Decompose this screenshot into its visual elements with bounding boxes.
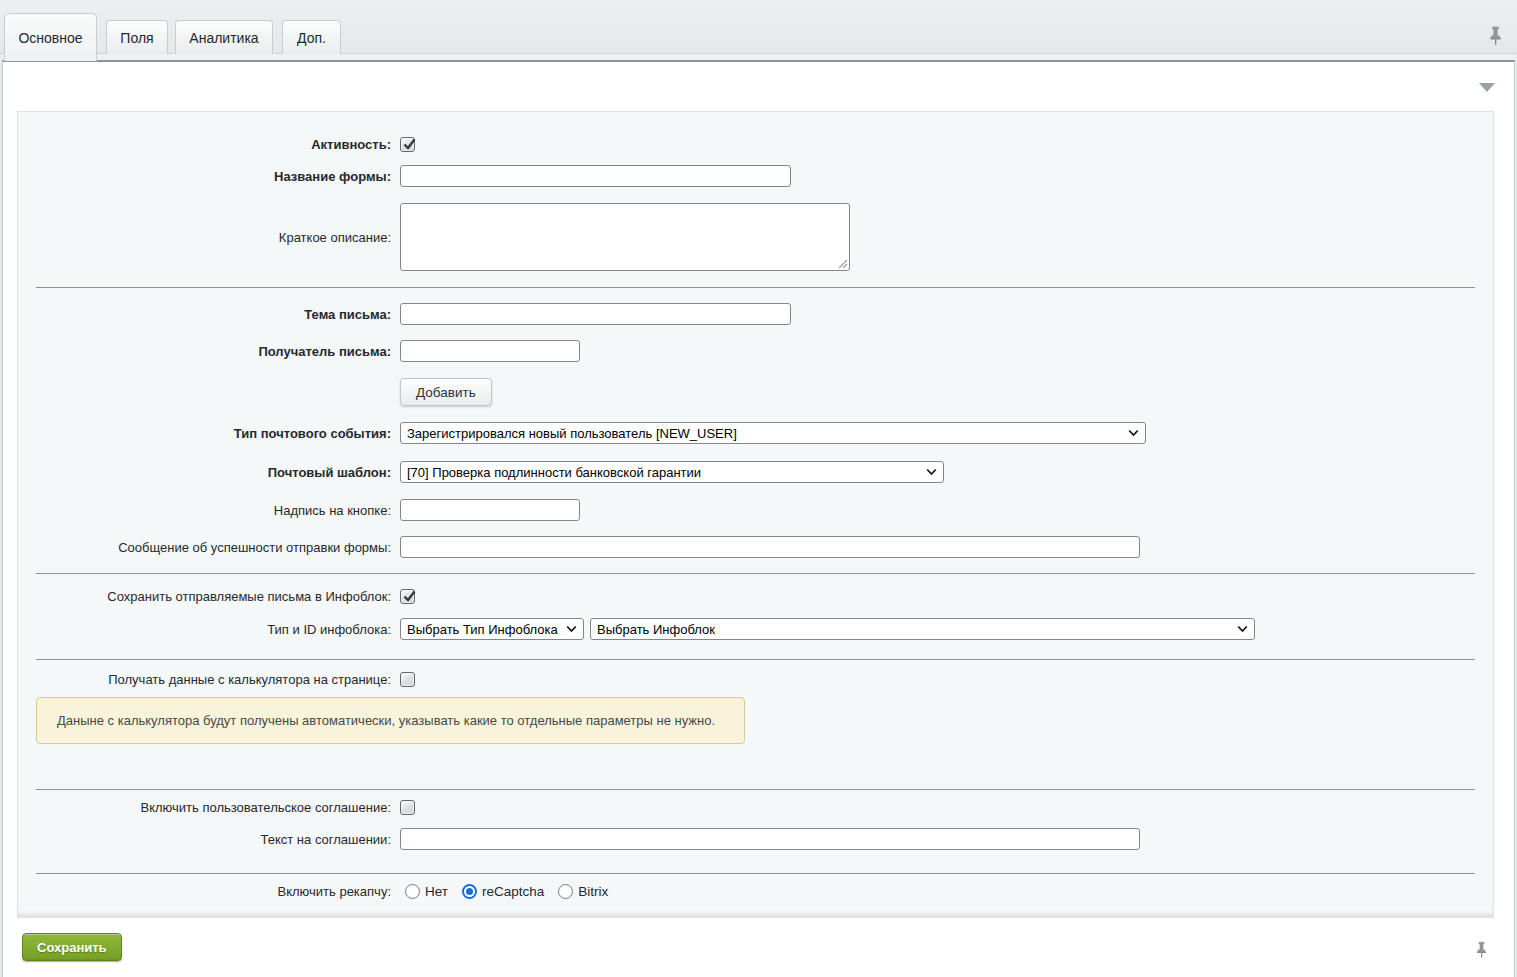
button-caption-label: Надпись на кнопке: xyxy=(18,503,400,518)
calc-data-label: Получать данные с калькулятора на страни… xyxy=(18,672,400,687)
mail-recipient-label: Получатель письма: xyxy=(18,344,400,359)
row-success-message: Сообщение об успешности отправки формы: xyxy=(18,536,1493,558)
row-activity: Активность: xyxy=(18,137,1493,152)
row-mail-subject: Тема письма: xyxy=(18,303,1493,325)
agreement-text-input[interactable] xyxy=(400,828,1140,850)
short-desc-label: Краткое описание: xyxy=(18,230,400,245)
iblock-type-select[interactable]: Выбрать Тип Инфоблока xyxy=(400,618,584,640)
row-form-name: Название формы: xyxy=(18,165,1493,187)
success-message-input[interactable] xyxy=(400,536,1140,558)
agreement-text-label: Текст на соглашении: xyxy=(18,832,400,847)
activity-checkbox[interactable] xyxy=(400,137,415,152)
button-caption-input[interactable] xyxy=(400,499,580,521)
section-divider xyxy=(36,789,1475,790)
user-agreement-label: Включить пользовательское соглашение: xyxy=(18,800,400,815)
recaptcha-radio-bitrix[interactable] xyxy=(558,884,573,899)
recaptcha-radio-bitrix-label: Bitrix xyxy=(578,884,608,899)
tab-extra-label: Доп. xyxy=(297,30,326,46)
activity-label: Активность: xyxy=(18,137,400,152)
row-add-button: Добавить xyxy=(18,378,1493,406)
iblock-type-id-label: Тип и ID инфоблока: xyxy=(18,622,400,637)
row-iblock-type-id: Тип и ID инфоблока: Выбрать Тип Инфоблок… xyxy=(18,618,1493,640)
row-mail-recipient: Получатель письма: xyxy=(18,340,1493,362)
section-divider xyxy=(36,873,1475,874)
save-button[interactable]: Сохранить xyxy=(22,933,122,961)
mail-template-label: Почтовый шаблон: xyxy=(18,465,400,480)
section-head xyxy=(3,62,1514,111)
footer-bar: Сохранить xyxy=(3,918,1514,961)
content-box: Активность: Название формы: Краткое опис… xyxy=(2,60,1515,977)
form-name-input[interactable] xyxy=(400,165,791,187)
row-mail-event-type: Тип почтового события: Зарегистрировался… xyxy=(18,422,1493,444)
tab-analytics[interactable]: Аналитика xyxy=(175,20,273,54)
row-recaptcha: Включить рекапчу: Нет reCaptcha Bitrix xyxy=(18,884,1493,899)
section-divider xyxy=(36,659,1475,660)
recaptcha-radio-recaptcha-label: reCaptcha xyxy=(482,884,544,899)
add-button[interactable]: Добавить xyxy=(400,378,492,406)
mail-recipient-input[interactable] xyxy=(400,340,580,362)
row-short-desc: Краткое описание: xyxy=(18,203,1493,271)
save-to-iblock-label: Сохранить отправляемые письма в Инфоблок… xyxy=(18,589,400,604)
form-panel: Активность: Название формы: Краткое опис… xyxy=(17,111,1494,918)
form-name-label: Название формы: xyxy=(18,169,400,184)
tab-bar: Основное Поля Аналитика Доп. xyxy=(0,0,1517,54)
recaptcha-radio-recaptcha[interactable] xyxy=(462,884,477,899)
tab-fields-label: Поля xyxy=(120,30,153,46)
tab-fields[interactable]: Поля xyxy=(106,20,168,54)
iblock-select[interactable]: Выбрать Инфоблок xyxy=(590,618,1255,640)
mail-subject-label: Тема письма: xyxy=(18,307,400,322)
user-agreement-checkbox[interactable] xyxy=(400,800,415,815)
row-save-to-iblock: Сохранить отправляемые письма в Инфоблок… xyxy=(18,589,1493,604)
row-agreement-text: Текст на соглашении: xyxy=(18,828,1493,850)
row-button-caption: Надпись на кнопке: xyxy=(18,499,1493,521)
mail-event-type-label: Тип почтового события: xyxy=(18,426,400,441)
recaptcha-radio-no[interactable] xyxy=(405,884,420,899)
tab-main-label: Основное xyxy=(18,30,82,46)
mail-event-type-select[interactable]: Зарегистрировался новый пользователь [NE… xyxy=(400,422,1146,444)
success-message-label: Сообщение об успешности отправки формы: xyxy=(18,540,400,555)
pin-icon[interactable] xyxy=(1488,26,1503,48)
tab-main[interactable]: Основное xyxy=(4,13,97,61)
row-calc-data: Получать данные с калькулятора на страни… xyxy=(18,672,1493,687)
mail-subject-input[interactable] xyxy=(400,303,791,325)
recaptcha-radio-no-label: Нет xyxy=(425,884,448,899)
pin-icon[interactable] xyxy=(1475,940,1488,962)
collapse-arrow-icon[interactable] xyxy=(1479,83,1495,92)
section-divider xyxy=(36,287,1475,288)
recaptcha-label: Включить рекапчу: xyxy=(18,884,400,899)
row-user-agreement: Включить пользовательское соглашение: xyxy=(18,800,1493,815)
tab-analytics-label: Аналитика xyxy=(189,30,258,46)
save-to-iblock-checkbox[interactable] xyxy=(400,589,415,604)
calc-data-checkbox[interactable] xyxy=(400,672,415,687)
row-mail-template: Почтовый шаблон: [70] Проверка подлиннос… xyxy=(18,461,1493,483)
mail-template-select[interactable]: [70] Проверка подлинности банковской гар… xyxy=(400,461,944,483)
section-divider xyxy=(36,573,1475,574)
short-desc-textarea[interactable] xyxy=(400,203,850,271)
calc-note: Даныне с калькулятора будут получены авт… xyxy=(36,697,745,744)
tab-extra[interactable]: Доп. xyxy=(282,20,341,54)
